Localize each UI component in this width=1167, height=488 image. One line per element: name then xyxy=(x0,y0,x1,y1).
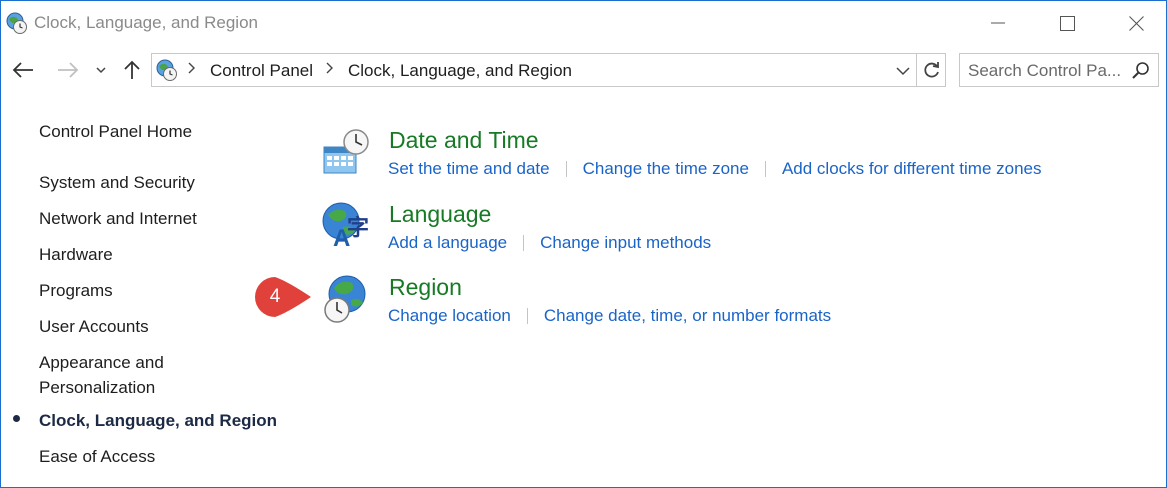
change-input-methods-link[interactable]: Change input methods xyxy=(540,233,711,253)
link-divider xyxy=(565,161,567,177)
close-icon xyxy=(1128,15,1144,31)
sidebar-item-programs[interactable]: Programs xyxy=(39,278,113,303)
date-and-time-title[interactable]: Date and Time xyxy=(389,127,539,154)
close-button[interactable] xyxy=(1101,1,1166,45)
step-number: 4 xyxy=(269,286,281,307)
link-divider xyxy=(523,235,525,251)
title-bar: Clock, Language, and Region xyxy=(1,1,1166,45)
arrow-right-icon xyxy=(58,62,79,78)
control-panel-icon xyxy=(155,58,179,82)
sidebar-item-system-and-security[interactable]: System and Security xyxy=(39,170,195,195)
address-dropdown-button[interactable] xyxy=(892,60,914,82)
back-button[interactable] xyxy=(7,55,39,85)
search-box[interactable] xyxy=(959,53,1159,87)
chevron-down-icon xyxy=(96,67,106,74)
globe-clock-icon[interactable] xyxy=(321,274,371,324)
arrow-left-icon xyxy=(12,62,33,78)
control-panel-app-icon xyxy=(5,11,29,35)
recent-locations-button[interactable] xyxy=(91,55,111,85)
maximize-icon xyxy=(1059,15,1075,31)
sidebar-item-user-accounts[interactable]: User Accounts xyxy=(39,314,149,339)
minimize-icon xyxy=(991,22,1005,24)
maximize-button[interactable] xyxy=(1032,1,1102,45)
sidebar-item-hardware[interactable]: Hardware xyxy=(39,242,113,267)
region-title[interactable]: Region xyxy=(389,274,462,301)
region-links: Change location Change date, time, or nu… xyxy=(388,306,831,326)
link-divider xyxy=(764,161,766,177)
sidebar-item-ease-of-access[interactable]: Ease of Access xyxy=(39,444,155,469)
link-divider xyxy=(526,308,528,324)
language-title[interactable]: Language xyxy=(389,201,491,228)
window-title: Clock, Language, and Region xyxy=(34,13,258,32)
control-panel-home-link[interactable]: Control Panel Home xyxy=(39,119,192,144)
change-location-link[interactable]: Change location xyxy=(388,306,511,326)
breadcrumb-control-panel[interactable]: Control Panel xyxy=(210,61,313,81)
current-page-bullet xyxy=(13,415,20,422)
forward-button[interactable] xyxy=(53,55,83,85)
date-and-time-links: Set the time and date Change the time zo… xyxy=(388,159,1042,179)
calendar-clock-icon[interactable] xyxy=(321,127,371,177)
sidebar-item-network-and-internet[interactable]: Network and Internet xyxy=(39,206,197,231)
search-input[interactable] xyxy=(968,60,1128,82)
language-links: Add a language Change input methods xyxy=(388,233,711,253)
arrow-up-icon xyxy=(124,60,140,79)
control-panel-window: Clock, Language, and Region Control Pane… xyxy=(0,0,1167,488)
add-a-language-link[interactable]: Add a language xyxy=(388,233,507,253)
address-bar[interactable]: Control Panel Clock, Language, and Regio… xyxy=(151,53,946,87)
set-time-and-date-link[interactable]: Set the time and date xyxy=(388,159,550,179)
chevron-down-icon xyxy=(896,66,910,75)
minimize-button[interactable] xyxy=(963,1,1033,45)
change-formats-link[interactable]: Change date, time, or number formats xyxy=(544,306,831,326)
add-clocks-link[interactable]: Add clocks for different time zones xyxy=(782,159,1042,179)
breadcrumb-separator-icon[interactable] xyxy=(188,61,196,79)
step-callout-badge: 4 xyxy=(253,275,313,319)
breadcrumb-clock-language-region[interactable]: Clock, Language, and Region xyxy=(348,61,572,81)
globe-language-icon[interactable]: A 字 xyxy=(321,201,371,252)
sidebar-item-label: Personalization xyxy=(39,378,156,397)
sidebar-item-clock-language-and-region: Clock, Language, and Region xyxy=(39,411,278,430)
up-button[interactable] xyxy=(119,55,145,85)
refresh-icon xyxy=(923,62,939,78)
sidebar-item-label: Appearance and xyxy=(39,353,164,372)
change-time-zone-link[interactable]: Change the time zone xyxy=(583,159,749,179)
sidebar-item-appearance-and-personalization[interactable]: Appearance and Personalization xyxy=(39,350,164,400)
breadcrumb-separator-icon[interactable] xyxy=(326,61,334,79)
svg-text:字: 字 xyxy=(347,215,369,240)
search-icon[interactable] xyxy=(1131,61,1151,81)
refresh-button[interactable] xyxy=(916,54,946,86)
